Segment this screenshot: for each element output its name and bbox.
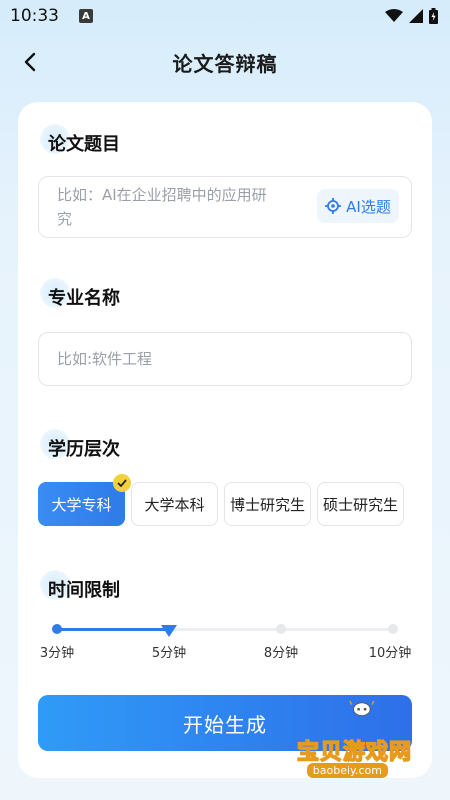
watermark-title: 宝贝游戏网 [296,739,412,766]
chevron-left-icon [24,52,36,72]
education-options: 大学专科 大学本科 博士研究生 硕士研究生 [38,474,404,526]
slider-label-3min: 3分钟 [39,646,75,661]
status-time: 10:33 [10,6,59,26]
watermark-url: baobeiy.com [306,763,388,778]
major-input[interactable]: 比如:软件工程 [38,332,412,386]
notification-icon: A [79,9,93,23]
slider-track-fill [57,628,169,631]
crosshair-icon [325,198,342,214]
slider-stop-8min[interactable] [276,624,286,634]
education-option-bachelor[interactable]: 大学本科 [131,482,218,526]
wifi-icon [385,9,403,22]
ai-topic-button-label: AI选题 [346,197,391,216]
signal-icon [409,9,423,23]
slider-stop-3min[interactable] [52,624,62,634]
major-placeholder: 比如:软件工程 [57,350,153,368]
education-option-associate[interactable]: 大学专科 [38,474,131,526]
section-title-time-limit: 时间限制 [40,570,120,602]
slider-label-5min: 5分钟 [151,646,187,661]
slider-thumb[interactable] [161,622,177,637]
time-limit-slider[interactable]: 3分钟 5分钟 8分钟 10分钟 [38,612,412,661]
form-card: 论文题目 比如：AI在企业招聘中的应用研 究 AI选题 专业名称 比如:软件工程… [18,102,432,778]
ai-topic-button[interactable]: AI选题 [317,189,399,223]
thesis-topic-placeholder-line2: 究 [57,210,73,228]
header: 论文答辩稿 [0,40,450,84]
slider-stop-10min[interactable] [388,624,398,634]
page-title: 论文答辩稿 [172,51,278,76]
check-icon [113,474,131,492]
slider-label-8min: 8分钟 [263,646,299,661]
back-button[interactable] [16,48,44,76]
education-option-master[interactable]: 硕士研究生 [317,482,404,526]
status-icons [385,8,438,24]
status-bar: 10:33 A [0,0,450,32]
start-generate-button-label: 开始生成 [183,712,267,737]
thesis-topic-placeholder-line1: 比如：AI在企业招聘中的应用研 [57,186,267,204]
thesis-topic-input[interactable]: 比如：AI在企业招聘中的应用研 究 AI选题 [38,176,412,238]
section-title-education: 学历层次 [40,429,120,461]
battery-icon [429,8,438,24]
section-title-major: 专业名称 [40,278,120,310]
slider-label-10min: 10分钟 [368,646,412,661]
education-option-phd[interactable]: 博士研究生 [224,482,311,526]
section-title-thesis-topic: 论文题目 [40,124,120,156]
